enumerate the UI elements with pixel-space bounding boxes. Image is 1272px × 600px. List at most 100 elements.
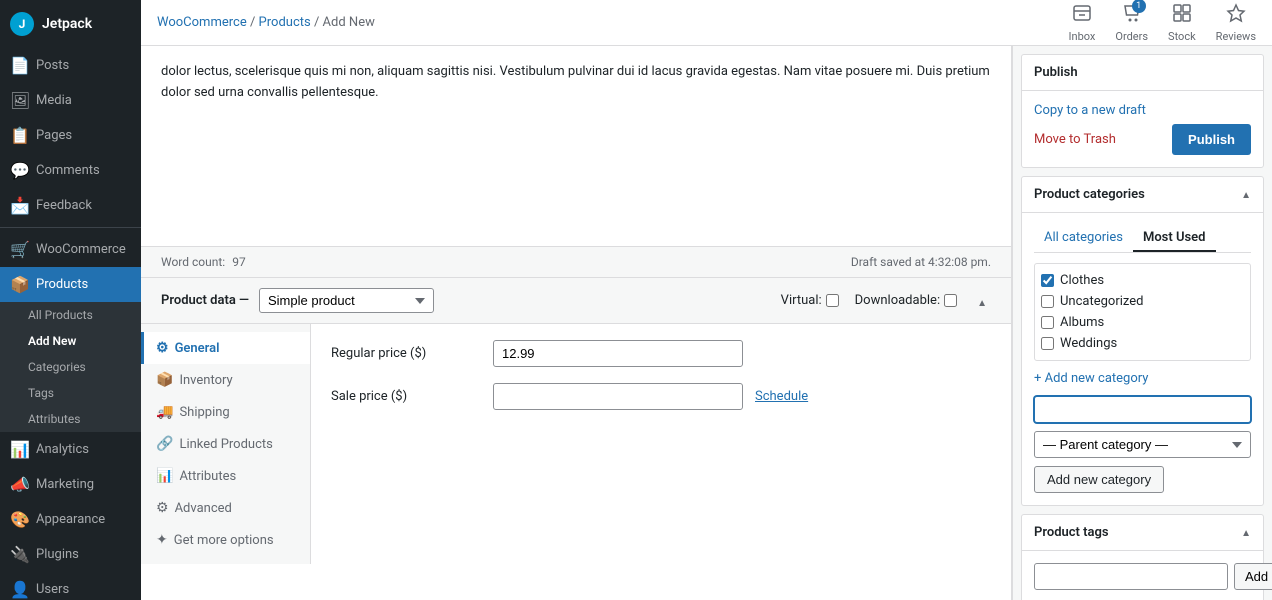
tab-general-label: General bbox=[175, 341, 220, 356]
cat-item-uncategorized[interactable]: Uncategorized bbox=[1041, 291, 1244, 312]
sidebar-item-label: Comments bbox=[36, 163, 100, 178]
downloadable-checkbox[interactable] bbox=[944, 294, 957, 307]
topbar-inbox-label: Inbox bbox=[1069, 30, 1096, 43]
sidebar-item-products[interactable]: 📦 Products bbox=[0, 267, 141, 302]
sale-price-input[interactable] bbox=[493, 383, 743, 410]
products-icon: 📦 bbox=[10, 275, 28, 294]
schedule-link[interactable]: Schedule bbox=[755, 389, 808, 404]
tab-attributes-label: Attributes bbox=[179, 469, 236, 484]
product-type-select[interactable]: Simple product Grouped product External/… bbox=[259, 288, 434, 313]
virtual-checkbox[interactable] bbox=[826, 294, 839, 307]
sidebar-item-feedback[interactable]: 📩 Feedback bbox=[0, 188, 141, 223]
tags-header: Product tags bbox=[1022, 515, 1263, 551]
sidebar-item-label: Products bbox=[36, 277, 88, 292]
cat-item-albums[interactable]: Albums bbox=[1041, 312, 1244, 333]
tab-shipping[interactable]: 🚚 Shipping bbox=[141, 396, 310, 428]
sidebar-item-label: Users bbox=[36, 582, 69, 597]
cat-checkbox-weddings[interactable] bbox=[1041, 337, 1054, 350]
sale-price-label: Sale price ($) bbox=[331, 389, 481, 404]
categories-body: All categories Most Used Clothes Uncateg… bbox=[1022, 213, 1263, 505]
woocommerce-icon: 🛒 bbox=[10, 240, 28, 259]
product-data-collapse-btn[interactable] bbox=[973, 290, 991, 311]
sidebar-item-pages[interactable]: 📋 Pages bbox=[0, 118, 141, 153]
right-sidebar: Publish Copy to a new draft Move to Tras… bbox=[1012, 46, 1272, 600]
cat-tab-most-used[interactable]: Most Used bbox=[1133, 225, 1216, 252]
category-search-input[interactable] bbox=[1034, 396, 1251, 423]
sidebar-item-media[interactable]: 🖼 Media bbox=[0, 83, 141, 118]
word-count-value: 97 bbox=[232, 255, 246, 269]
categories-collapse-btn[interactable] bbox=[1241, 187, 1251, 202]
tags-body: Add Separate tags with commas bbox=[1022, 551, 1263, 600]
sidebar-sub-attributes[interactable]: Attributes bbox=[0, 406, 141, 432]
move-trash-link[interactable]: Move to Trash bbox=[1034, 132, 1116, 147]
product-data-body: ⚙ General 📦 Inventory 🚚 Shipping 🔗 Linke… bbox=[141, 324, 1011, 564]
sidebar-item-woocommerce[interactable]: 🛒 WooCommerce bbox=[0, 232, 141, 267]
sale-price-row: Sale price ($) Schedule bbox=[331, 383, 991, 410]
sidebar-item-comments[interactable]: 💬 Comments bbox=[0, 153, 141, 188]
sidebar-sub-add-new[interactable]: Add New bbox=[0, 328, 141, 354]
downloadable-checkbox-group[interactable]: Downloadable: bbox=[855, 293, 957, 308]
topbar-inbox[interactable]: Inbox bbox=[1069, 3, 1096, 43]
reviews-icon bbox=[1226, 3, 1246, 28]
sidebar-item-label: Marketing bbox=[36, 477, 94, 492]
publish-section-body: Copy to a new draft Move to Trash Publis… bbox=[1022, 91, 1263, 167]
breadcrumb-woocommerce[interactable]: WooCommerce bbox=[157, 15, 247, 30]
tab-attributes[interactable]: 📊 Attributes bbox=[141, 460, 310, 492]
sidebar-item-label: Appearance bbox=[36, 512, 105, 527]
sidebar-item-posts[interactable]: 📄 Posts bbox=[0, 48, 141, 83]
copy-draft-link[interactable]: Copy to a new draft bbox=[1034, 103, 1251, 118]
regular-price-row: Regular price ($) bbox=[331, 340, 991, 367]
breadcrumb-products[interactable]: Products bbox=[259, 15, 311, 30]
tab-advanced-label: Advanced bbox=[175, 501, 232, 516]
draft-saved: Draft saved at 4:32:08 pm. bbox=[851, 255, 991, 269]
tab-general[interactable]: ⚙ General bbox=[141, 332, 310, 364]
cat-item-clothes[interactable]: Clothes bbox=[1041, 270, 1244, 291]
topbar: WooCommerce / Products / Add New Inbox 1… bbox=[141, 0, 1272, 46]
sidebar-sub-all-products[interactable]: All Products bbox=[0, 302, 141, 328]
add-category-link[interactable]: + Add new category bbox=[1034, 371, 1251, 386]
inbox-icon bbox=[1072, 3, 1092, 28]
users-icon: 👤 bbox=[10, 580, 28, 599]
sidebar-item-users[interactable]: 👤 Users bbox=[0, 572, 141, 600]
cat-checkbox-albums[interactable] bbox=[1041, 316, 1054, 329]
jetpack-icon: J bbox=[10, 12, 34, 36]
topbar-reviews[interactable]: Reviews bbox=[1216, 3, 1256, 43]
tags-collapse-btn[interactable] bbox=[1241, 525, 1251, 540]
comments-icon: 💬 bbox=[10, 161, 28, 180]
virtual-checkbox-group[interactable]: Virtual: bbox=[781, 293, 839, 308]
sidebar-item-label: Analytics bbox=[36, 442, 89, 457]
tab-advanced[interactable]: ⚙ Advanced bbox=[141, 492, 310, 524]
topbar-orders-label: Orders bbox=[1115, 30, 1148, 43]
cat-tab-all[interactable]: All categories bbox=[1034, 225, 1133, 252]
tab-linked-products[interactable]: 🔗 Linked Products bbox=[141, 428, 310, 460]
cat-checkbox-uncategorized[interactable] bbox=[1041, 295, 1054, 308]
editor: dolor lectus, scelerisque quis mi non, a… bbox=[141, 46, 1012, 600]
sidebar-sub-tags[interactable]: Tags bbox=[0, 380, 141, 406]
sidebar-sub-products: All Products Add New Categories Tags Att… bbox=[0, 302, 141, 432]
tag-input[interactable] bbox=[1034, 563, 1228, 590]
tag-add-button[interactable]: Add bbox=[1234, 563, 1272, 590]
publish-button[interactable]: Publish bbox=[1172, 124, 1251, 155]
sidebar-item-analytics[interactable]: 📊 Analytics bbox=[0, 432, 141, 467]
sidebar-item-label: Media bbox=[36, 93, 72, 108]
tags-section: Product tags Add Separate tags with comm… bbox=[1021, 514, 1264, 600]
topbar-orders[interactable]: 1 Orders bbox=[1115, 3, 1148, 43]
sidebar-sub-categories[interactable]: Categories bbox=[0, 354, 141, 380]
cat-item-weddings[interactable]: Weddings bbox=[1041, 333, 1244, 354]
sidebar: J Jetpack 📄 Posts 🖼 Media 📋 Pages 💬 Comm… bbox=[0, 0, 141, 600]
editor-body[interactable]: dolor lectus, scelerisque quis mi non, a… bbox=[141, 46, 1011, 246]
main-area: dolor lectus, scelerisque quis mi non, a… bbox=[141, 46, 1272, 600]
parent-category-select[interactable]: — Parent category — bbox=[1034, 431, 1251, 458]
cat-checkbox-clothes[interactable] bbox=[1041, 274, 1054, 287]
tab-inventory[interactable]: 📦 Inventory bbox=[141, 364, 310, 396]
sidebar-item-label: Feedback bbox=[36, 198, 92, 213]
sidebar-item-label: Plugins bbox=[36, 547, 79, 562]
sidebar-item-plugins[interactable]: 🔌 Plugins bbox=[0, 537, 141, 572]
regular-price-input[interactable] bbox=[493, 340, 743, 367]
sidebar-item-marketing[interactable]: 📣 Marketing bbox=[0, 467, 141, 502]
sidebar-item-appearance[interactable]: 🎨 Appearance bbox=[0, 502, 141, 537]
tab-get-more[interactable]: ✦ Get more options bbox=[141, 524, 310, 556]
publish-actions: Move to Trash Publish bbox=[1034, 124, 1251, 155]
topbar-stock[interactable]: Stock bbox=[1168, 3, 1196, 43]
add-category-button[interactable]: Add new category bbox=[1034, 466, 1164, 493]
